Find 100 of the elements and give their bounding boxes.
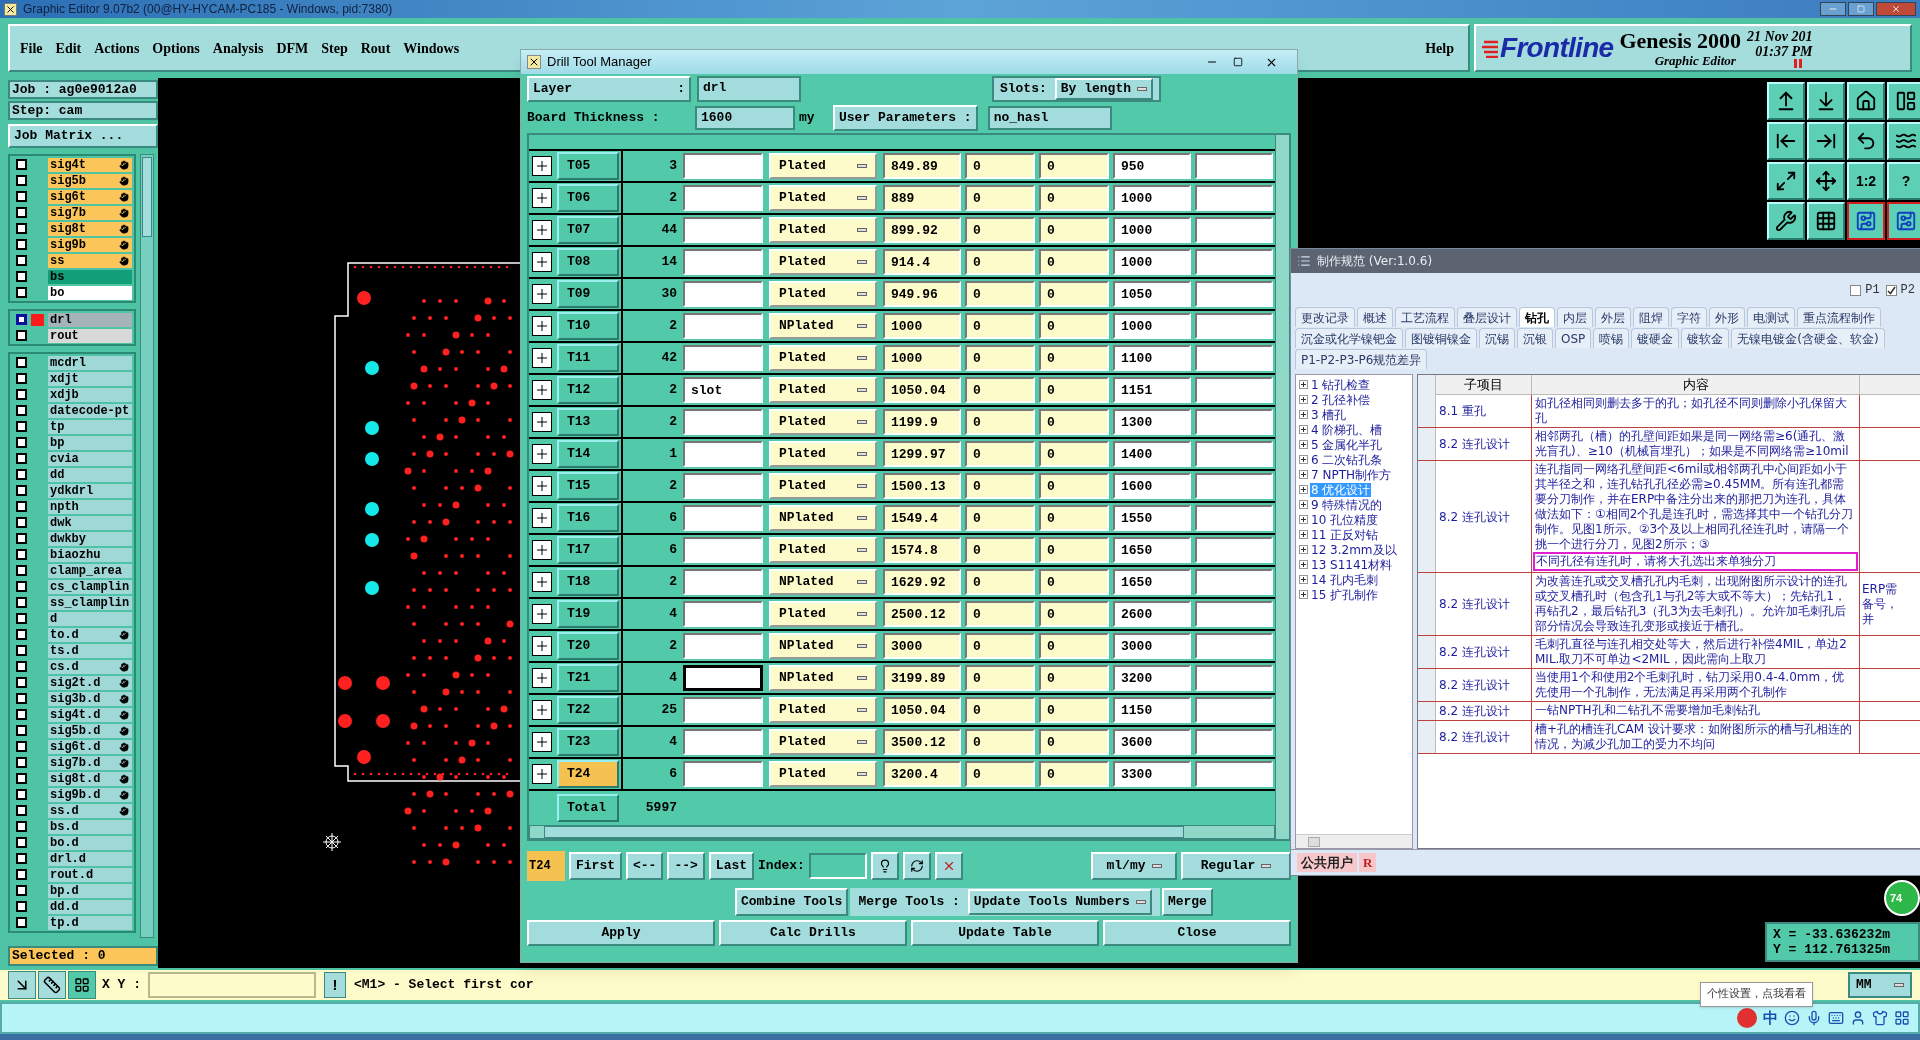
layer-item[interactable]: bs.d [48,819,132,834]
input-field[interactable] [1195,761,1273,787]
expand-button[interactable] [532,220,552,240]
tool-button[interactable]: T09 [557,280,619,308]
tool-button[interactable]: T05 [557,152,619,180]
type-dropdown[interactable]: Plated [769,153,877,179]
input-field[interactable]: 0 [965,281,1035,307]
checkbox[interactable] [16,645,27,656]
checkbox[interactable] [16,239,27,250]
layer-item[interactable]: sig2t.d [48,675,132,690]
checkbox[interactable] [16,517,27,528]
action-button[interactable]: Update Table [911,920,1099,946]
layer-item[interactable]: bo [48,285,132,300]
layer-item[interactable]: sig8t [48,221,132,236]
input-field[interactable]: 0 [1039,313,1109,339]
type-dropdown[interactable]: Plated [769,217,877,243]
coordinate-field[interactable] [148,972,316,998]
maximize-button[interactable] [1848,2,1874,16]
layer-item[interactable]: cvia [48,451,132,466]
type-dropdown[interactable]: Plated [769,281,877,307]
layer-item[interactable]: dd [48,467,132,482]
input-field[interactable] [1195,185,1273,211]
checkbox[interactable] [16,405,27,416]
checkbox[interactable] [16,271,27,282]
layer-item[interactable]: bs [48,269,132,284]
type-dropdown[interactable]: Plated [769,729,877,755]
input-field[interactable]: 3200 [1113,665,1191,691]
tab[interactable]: 电测试 [1747,307,1795,327]
layer-item[interactable]: rout [48,328,132,343]
input-field[interactable] [1195,537,1273,563]
input-field[interactable]: 1549.4 [883,505,961,531]
input-field[interactable]: 0 [1039,729,1109,755]
layer-item[interactable]: mcdrl [48,355,132,370]
tree-item[interactable]: 4 阶梯孔、槽 [1310,422,1384,437]
menu-item[interactable]: Actions [94,37,140,59]
input-field[interactable]: 2600 [1113,601,1191,627]
input-field[interactable] [1195,249,1273,275]
type-dropdown[interactable]: Plated [769,537,877,563]
tool-button[interactable]: T20 [557,632,619,660]
input-field[interactable] [1195,345,1273,371]
input-field[interactable]: 849.89 [883,153,961,179]
checkbox[interactable] [16,453,27,464]
checkbox[interactable] [16,805,27,816]
layer-item[interactable]: d [48,611,132,626]
expand-button[interactable] [532,572,552,592]
checkbox[interactable] [16,501,27,512]
layer-item[interactable]: bp.d [48,883,132,898]
checkbox[interactable] [16,629,27,640]
layer-item[interactable]: clamp_area [48,563,132,578]
alert-button[interactable]: ! [324,972,346,998]
tool-button[interactable]: T12 [557,376,619,404]
layer-item[interactable]: xdjb [48,387,132,402]
expand-button[interactable] [532,444,552,464]
layer-item[interactable]: sig4t [48,157,132,172]
tab[interactable]: 更改记录 [1295,307,1355,327]
input-field[interactable]: 3199.89 [883,665,961,691]
checkbox[interactable] [16,901,27,912]
tree-item[interactable]: 1 钻孔检查 [1310,377,1372,392]
layer-item[interactable]: cs_clamplin [48,579,132,594]
input-field[interactable]: 1629.92 [883,569,961,595]
tab[interactable]: 镀硬金 [1631,328,1680,348]
tree-item[interactable]: 15 扩孔制作 [1310,587,1380,602]
input-field[interactable] [1195,441,1273,467]
checkbox[interactable] [16,533,27,544]
merge-mode-dropdown[interactable]: Update Tools Numbers [967,889,1152,915]
close-button[interactable] [1876,2,1916,16]
menu-item[interactable]: DFM [276,37,309,59]
tool-button[interactable]: T17 [557,536,619,564]
input-field[interactable]: 0 [1039,377,1109,403]
input-field[interactable]: 1000 [1113,185,1191,211]
expand-button[interactable] [532,348,552,368]
menu-item[interactable]: Options [152,37,200,59]
measure-button[interactable] [38,971,66,999]
input-field[interactable]: 1650 [1113,569,1191,595]
checkbox[interactable] [16,821,27,832]
layer-item[interactable]: to.d [48,627,132,642]
input-field[interactable]: 0 [1039,441,1109,467]
input-field[interactable] [683,601,763,627]
units-dropdown[interactable]: MM [1848,972,1912,998]
tab[interactable]: P1-P2-P3-P6规范差异 [1295,349,1428,369]
input-field[interactable]: 0 [965,441,1035,467]
layer-item[interactable]: bo.d [48,835,132,850]
type-dropdown[interactable]: Plated [769,697,877,723]
tab[interactable]: 无镍电镀金(含硬金、软金) [1731,328,1885,348]
input-field[interactable] [683,313,763,339]
layer-item[interactable]: sig8t.d [48,771,132,786]
expand-button[interactable] [532,380,552,400]
checkbox[interactable] [16,330,27,341]
input-field[interactable]: 1500.13 [883,473,961,499]
tree-item[interactable]: 13 S1141材料 [1310,557,1394,572]
input-field[interactable]: 0 [1039,665,1109,691]
input-field[interactable]: 1600 [695,106,795,130]
input-field[interactable]: 1299.97 [883,441,961,467]
input-field[interactable]: 0 [1039,473,1109,499]
tab[interactable]: 外层 [1595,307,1631,327]
tab[interactable]: 重点流程制作 [1797,307,1881,327]
layer-item[interactable]: sig9b [48,237,132,252]
layer-item[interactable]: sig7b.d [48,755,132,770]
menu-item[interactable]: Step [321,37,348,59]
input-field[interactable] [683,217,763,243]
